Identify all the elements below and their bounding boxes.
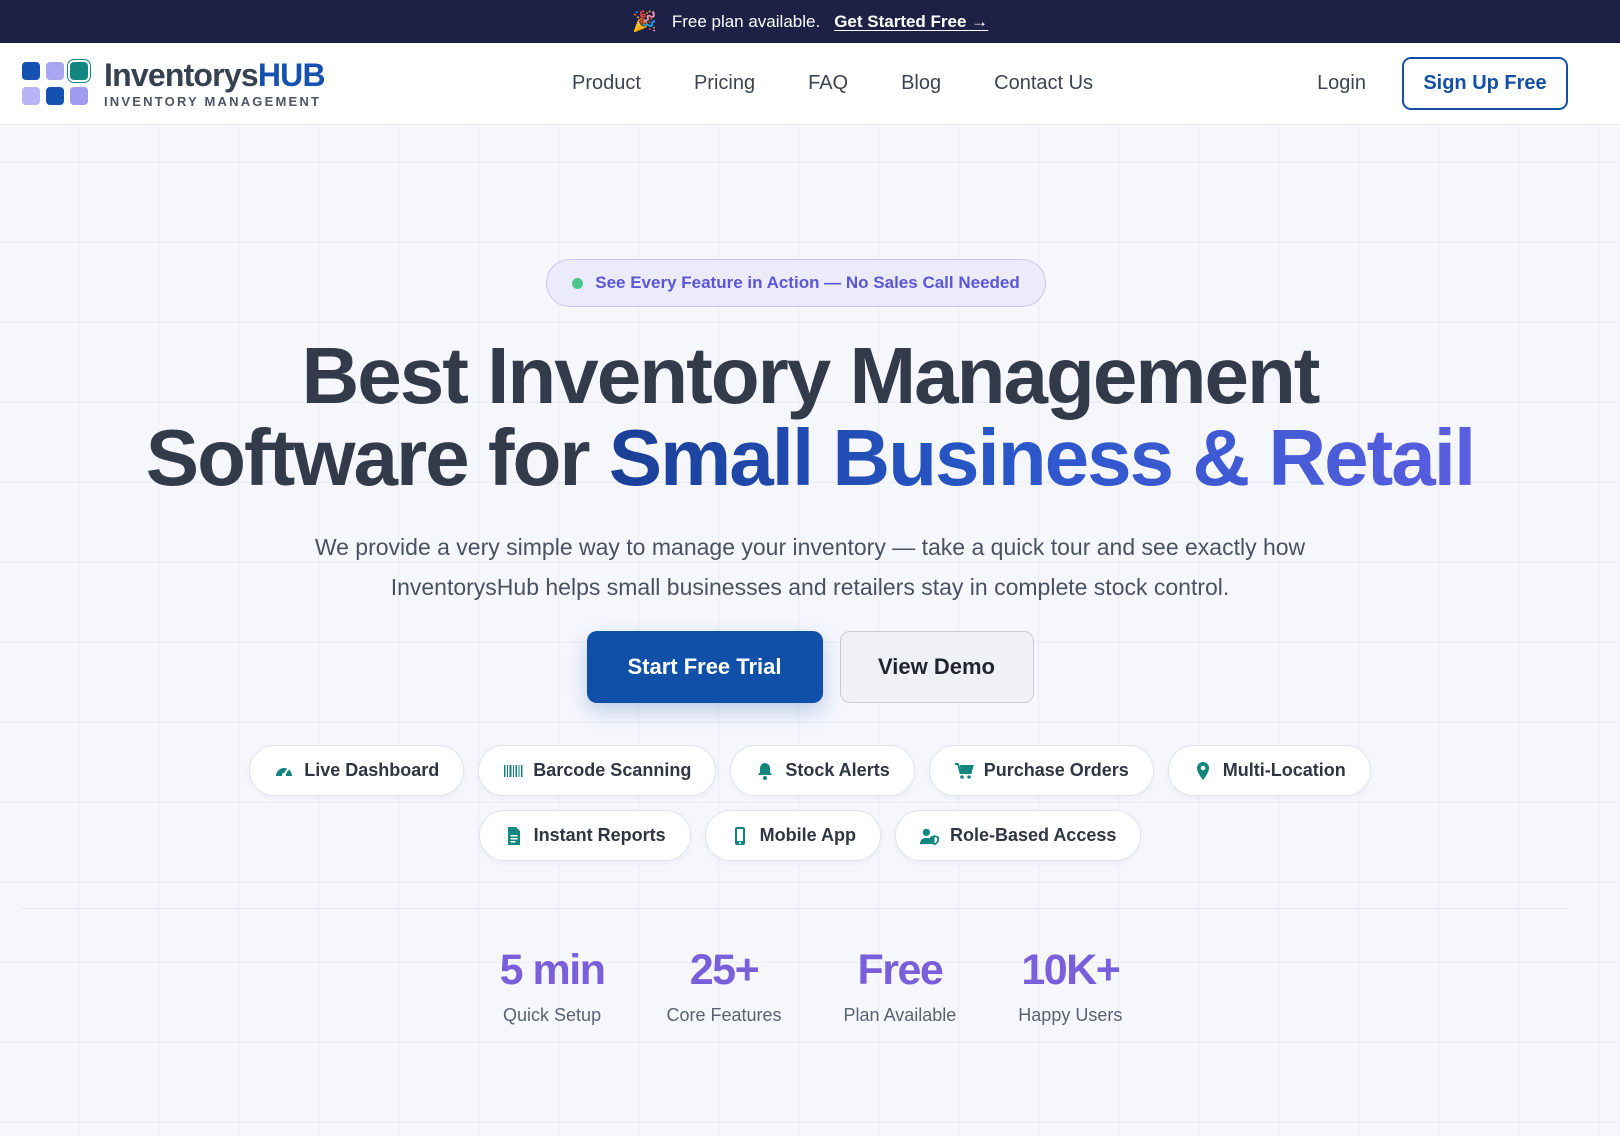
chip-mobile-app[interactable]: Mobile App xyxy=(704,810,881,861)
announcement-text: Free plan available. xyxy=(671,11,821,31)
headline-accent: Small Business & Retail xyxy=(608,413,1476,502)
chip-role-based-access[interactable]: Role-Based Access xyxy=(894,810,1142,861)
stat-value: 25+ xyxy=(689,946,760,994)
gauge-icon xyxy=(274,761,294,781)
headline-line-2: Software for xyxy=(145,413,609,502)
site-header: InventorysHUB INVENTORY MANAGEMENT Produ… xyxy=(0,43,1620,125)
stat-value: 5 min xyxy=(499,946,606,994)
start-free-trial-button[interactable]: Start Free Trial xyxy=(586,631,823,703)
section-divider xyxy=(22,908,1568,909)
badge-text: See Every Feature in Action — No Sales C… xyxy=(595,273,1020,292)
cart-icon xyxy=(954,761,974,781)
headline-line-1: Best Inventory Management xyxy=(301,331,1321,420)
page-title: Best Inventory Management Software for S… xyxy=(0,335,1620,499)
status-dot-icon xyxy=(572,277,584,289)
nav-item-blog[interactable]: Blog xyxy=(901,72,941,95)
cta-group: Start Free Trial View Demo xyxy=(0,631,1620,703)
logo-mark-icon xyxy=(22,56,92,112)
hero-section: See Every Feature in Action — No Sales C… xyxy=(0,125,1620,1136)
feature-tour-badge: See Every Feature in Action — No Sales C… xyxy=(546,259,1046,307)
main-nav: Product Pricing FAQ Blog Contact Us xyxy=(572,72,1093,95)
brand-logo[interactable]: InventorysHUB INVENTORY MANAGEMENT xyxy=(22,56,512,112)
stat-item: Free Plan Available xyxy=(844,947,957,1026)
chip-barcode-scanning[interactable]: Barcode Scanning xyxy=(478,745,717,796)
login-link[interactable]: Login xyxy=(1317,72,1366,95)
stat-item: 25+ Core Features xyxy=(666,947,781,1026)
stat-label: Core Features xyxy=(666,1005,782,1025)
nav-item-contact-us[interactable]: Contact Us xyxy=(994,72,1093,95)
bell-icon xyxy=(755,761,775,781)
stat-value: Free xyxy=(857,946,943,994)
chip-multi-location[interactable]: Multi-Location xyxy=(1167,745,1371,796)
nav-item-faq[interactable]: FAQ xyxy=(808,72,848,95)
feature-chips: Live Dashboard Barcode Scanning Stock Al… xyxy=(0,745,1620,861)
user-shield-icon xyxy=(919,826,940,846)
map-pin-icon xyxy=(1193,761,1213,781)
sign-up-free-button[interactable]: Sign Up Free xyxy=(1402,57,1568,110)
document-icon xyxy=(504,826,524,846)
brand-name: InventorysHUB xyxy=(104,57,326,93)
barcode-icon xyxy=(503,761,523,781)
stat-label: Happy Users xyxy=(1018,1005,1123,1025)
announcement-bar: 🎉 Free plan available. Get Started Free … xyxy=(0,0,1620,43)
stat-label: Quick Setup xyxy=(503,1005,602,1025)
chip-live-dashboard[interactable]: Live Dashboard xyxy=(249,745,465,796)
nav-item-product[interactable]: Product xyxy=(572,72,641,95)
stat-item: 5 min Quick Setup xyxy=(499,946,606,1026)
hero-subtitle: We provide a very simple way to manage y… xyxy=(314,534,1306,600)
get-started-free-link[interactable]: Get Started Free → xyxy=(834,12,988,32)
phone-icon xyxy=(730,826,750,846)
chip-instant-reports[interactable]: Instant Reports xyxy=(478,810,691,861)
party-popper-icon: 🎉 xyxy=(632,11,658,33)
view-demo-button[interactable]: View Demo xyxy=(839,631,1034,703)
stat-value: 10K+ xyxy=(1021,946,1121,994)
brand-tagline: INVENTORY MANAGEMENT xyxy=(104,94,322,109)
nav-item-pricing[interactable]: Pricing xyxy=(694,72,755,95)
stat-item: 10K+ Happy Users xyxy=(1018,947,1122,1026)
stat-label: Plan Available xyxy=(843,1005,957,1025)
stats-row: 5 min Quick Setup 25+ Core Features Free… xyxy=(0,947,1620,1026)
chip-purchase-orders[interactable]: Purchase Orders xyxy=(928,745,1154,796)
chip-stock-alerts[interactable]: Stock Alerts xyxy=(730,745,915,796)
